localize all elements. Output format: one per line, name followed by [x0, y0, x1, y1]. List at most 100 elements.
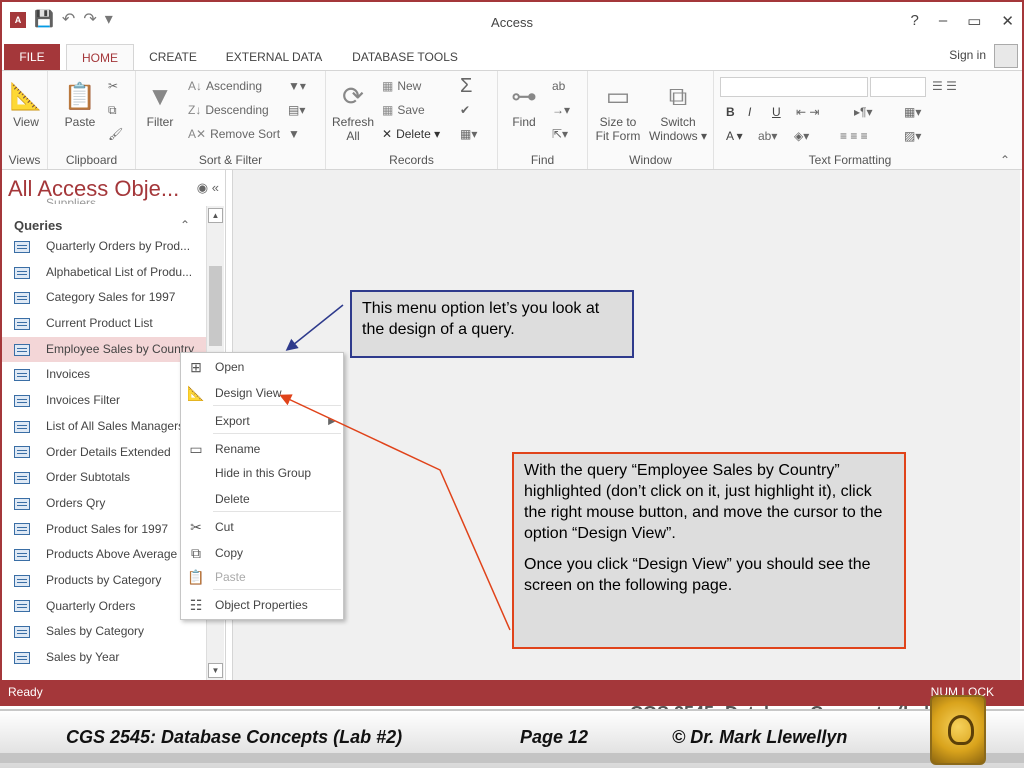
nav-query-item[interactable]: Current Product List — [2, 311, 206, 337]
font-color-button[interactable]: A ▾ — [726, 129, 743, 143]
format-painter-icon[interactable]: 🖌 — [108, 127, 123, 141]
tab-home[interactable]: HOME — [66, 44, 134, 70]
highlight-icon[interactable]: ab▾ — [758, 129, 777, 143]
tab-database-tools[interactable]: DATABASE TOOLS — [350, 44, 460, 70]
query-icon — [14, 574, 30, 587]
nav-query-item[interactable]: Quarterly Orders — [2, 594, 206, 620]
copy-icon[interactable]: ⧉ — [108, 103, 117, 118]
alt-row-color-icon[interactable]: ▨▾ — [904, 129, 921, 143]
replace-icon[interactable]: ab — [552, 79, 565, 93]
properties-icon: ☷ — [189, 597, 203, 613]
query-icon — [14, 497, 30, 510]
menu-rename-label: Rename — [215, 442, 261, 456]
menu-hide-in-group[interactable]: Hide in this Group — [181, 461, 343, 485]
nav-query-item[interactable]: Invoices Filter — [2, 388, 206, 414]
ribbon: 📐 View Views 📋 Paste ✂ ⧉ 🖌 Clipboard ▼ F… — [2, 70, 1022, 170]
nav-query-item[interactable]: Orders Qry — [2, 491, 206, 517]
find-button[interactable]: ⊶ Find — [504, 77, 544, 129]
underline-button[interactable]: U — [772, 105, 781, 119]
select-icon[interactable]: ⇱▾ — [552, 127, 568, 141]
menu-paste[interactable]: 📋 Paste — [181, 565, 343, 589]
queries-section-header[interactable]: Queries — [14, 218, 62, 233]
tab-create[interactable]: CREATE — [148, 44, 198, 70]
selection-filter-icon[interactable]: ▼▾ — [288, 79, 306, 93]
nav-query-item[interactable]: Category Sales for 1997 — [2, 285, 206, 311]
sign-in-link[interactable]: Sign in — [949, 48, 986, 62]
design-view-callout: This menu option let’s you look at the d… — [350, 290, 634, 358]
delete-record-button[interactable]: ✕ Delete ▾ — [382, 127, 440, 141]
bullets-icon[interactable]: ☰ ☰ — [932, 79, 957, 93]
more-records-icon[interactable]: ▦▾ — [460, 127, 477, 141]
clipboard-icon: 📋 — [63, 81, 97, 111]
maximize-button[interactable]: ▭ — [967, 12, 981, 30]
nav-query-item[interactable]: Sales by Category — [2, 619, 206, 645]
tab-file[interactable]: FILE — [4, 44, 60, 70]
refresh-all-button[interactable]: ⟳ Refresh All — [330, 77, 376, 143]
toggle-filter-icon[interactable]: ▼ — [288, 127, 300, 141]
indent-icon[interactable]: ⇤ ⇥ — [796, 105, 819, 119]
bold-button[interactable]: B — [726, 105, 735, 119]
nav-query-item[interactable]: Products by Category — [2, 568, 206, 594]
nav-query-item[interactable]: Employee Sales by Country — [2, 336, 206, 363]
paragraph-direction-icon[interactable]: ▸¶▾ — [854, 105, 873, 119]
nav-query-label: Sales by Category — [46, 624, 145, 639]
menu-object-properties[interactable]: ☷ Object Properties — [181, 593, 343, 617]
query-icon — [14, 266, 30, 279]
ascending-button[interactable]: A↓ Ascending — [188, 79, 262, 93]
italic-button[interactable]: I — [748, 105, 751, 119]
menu-delete[interactable]: Delete — [181, 487, 343, 511]
save-record-button[interactable]: ▦ Save — [382, 103, 425, 117]
nav-query-item[interactable]: Product Sales for 1997 — [2, 517, 206, 543]
align-icon[interactable]: ≡ ≡ ≡ — [840, 129, 868, 143]
menu-open[interactable]: ⊞ Open — [181, 355, 343, 379]
avatar[interactable] — [994, 44, 1018, 68]
collapse-section-icon[interactable]: ⌃ — [180, 218, 190, 232]
cut-icon[interactable]: ✂ — [108, 79, 118, 93]
size-to-fit-button[interactable]: ▭ Size to Fit Form — [592, 77, 644, 143]
collapse-ribbon-icon[interactable]: ⌃ — [1000, 153, 1010, 167]
scroll-thumb[interactable] — [209, 266, 222, 346]
minimize-button[interactable]: – — [939, 12, 947, 30]
nav-query-item[interactable]: List of All Sales Managers — [2, 414, 206, 440]
nav-query-item[interactable]: Products Above Average — [2, 542, 206, 568]
nav-query-item[interactable]: Quarterly Orders by Prod... — [2, 234, 206, 260]
menu-cut[interactable]: ✂ Cut — [181, 515, 343, 539]
fill-color-icon[interactable]: ◈▾ — [794, 129, 809, 143]
menu-design-view[interactable]: 📐 Design View — [181, 381, 343, 405]
go-to-icon[interactable]: →▾ — [552, 103, 570, 117]
switch-windows-button[interactable]: ⧉ Switch Windows ▾ — [646, 77, 710, 143]
new-record-button[interactable]: ▦ New — [382, 79, 421, 93]
gridlines-icon[interactable]: ▦▾ — [904, 105, 921, 119]
switch-windows-icon: ⧉ — [668, 81, 688, 111]
scroll-down-icon[interactable]: ▼ — [208, 663, 223, 678]
font-name-select[interactable] — [720, 77, 868, 97]
filter-button[interactable]: ▼ Filter — [142, 77, 178, 129]
text-formatting-group-label: Text Formatting — [808, 153, 892, 167]
nav-query-item[interactable]: Alphabetical List of Produ... — [2, 260, 206, 286]
close-button[interactable]: ✕ — [1001, 12, 1014, 30]
footer-course: CGS 2545: Database Concepts (Lab #2) — [66, 727, 403, 747]
font-size-select[interactable] — [870, 77, 926, 97]
design-view-icon: 📐 — [187, 385, 205, 401]
nav-menu-icon[interactable]: ◉ — [197, 180, 208, 195]
nav-query-item[interactable]: Order Subtotals — [2, 465, 206, 491]
paste-button[interactable]: 📋 Paste — [62, 77, 98, 129]
remove-sort-button[interactable]: A✕ Remove Sort — [188, 127, 280, 141]
nav-query-item[interactable]: Sales by Year — [2, 645, 206, 671]
menu-export[interactable]: Export ▶ — [181, 409, 343, 433]
nav-query-item[interactable]: Order Details Extended — [2, 440, 206, 466]
menu-copy[interactable]: ⧉ Copy — [181, 541, 343, 565]
descending-button[interactable]: Z↓ Descending — [188, 103, 269, 117]
nav-query-item[interactable]: Invoices — [2, 362, 206, 388]
spelling-icon[interactable]: ✔ — [460, 103, 470, 117]
find-label: Find — [512, 115, 536, 129]
view-button[interactable]: 📐 View — [8, 77, 44, 129]
menu-rename[interactable]: ▭ Rename — [181, 437, 343, 461]
advanced-filter-icon[interactable]: ▤▾ — [288, 103, 305, 117]
shutter-bar-icon[interactable]: « — [212, 180, 219, 195]
totals-sigma-icon[interactable]: Σ — [460, 75, 472, 98]
scroll-up-icon[interactable]: ▲ — [208, 208, 223, 223]
tab-external-data[interactable]: EXTERNAL DATA — [222, 44, 326, 70]
help-button[interactable]: ? — [911, 12, 919, 30]
slide-footer: CGS 2545: Database Concepts (Lab #2) Pag… — [0, 709, 1024, 768]
